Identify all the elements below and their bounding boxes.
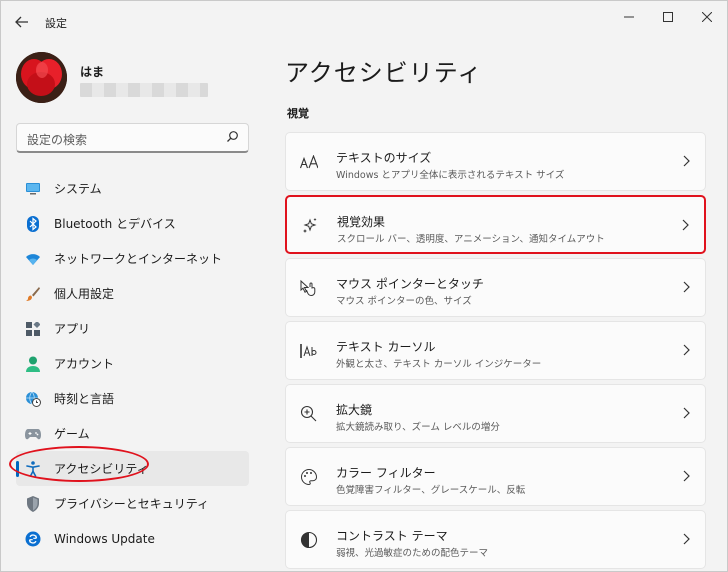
text-cursor-icon [300,342,318,360]
sidebar-item-windows-update[interactable]: Windows Update [16,521,249,556]
sidebar-item-bluetooth[interactable]: Bluetooth とデバイス [16,206,249,241]
close-icon [702,12,712,22]
sidebar-item-accessibility[interactable]: アクセシビリティ [16,451,249,486]
card-title: 視覚効果 [337,215,386,229]
text-size-icon [300,153,318,171]
sidebar-item-label: ネットワークとインターネット [54,252,223,266]
sidebar-item-label: プライバシーとセキュリティ [54,497,210,511]
card-subtitle: 色覚障害フィルター、グレースケール、反転 [336,485,526,496]
shield-icon [25,495,41,512]
card-text-size[interactable]: テキストのサイズ Windows とアプリ全体に表示されるテキスト サイズ [285,132,706,191]
avatar[interactable] [16,52,67,103]
settings-card-list: テキストのサイズ Windows とアプリ全体に表示されるテキスト サイズ 視覚… [285,132,706,572]
sidebar-item-label: Bluetooth とデバイス [54,217,176,231]
minimize-button[interactable] [611,5,647,29]
accessibility-icon [25,460,41,477]
palette-icon [300,468,318,486]
chevron-right-icon [683,281,690,293]
sidebar-item-label: アカウント [54,357,115,371]
monitor-icon [25,181,41,197]
pointer-touch-icon [300,279,318,297]
sidebar-item-time-language[interactable]: 時刻と言語 [16,381,249,416]
chevron-right-icon [683,344,690,356]
user-name: はま [80,65,105,79]
card-title: 拡大鏡 [336,403,373,417]
card-title: カラー フィルター [336,466,436,480]
card-subtitle: Windows とアプリ全体に表示されるテキスト サイズ [336,170,565,181]
card-title: コントラスト テーマ [336,529,448,543]
sidebar-item-gaming[interactable]: ゲーム [16,416,249,451]
title-bar: 設定 [1,1,727,41]
card-subtitle: スクロール バー、透明度、アニメーション、通知タイムアウト [337,234,605,245]
sidebar-item-label: Windows Update [54,531,155,546]
search-placeholder: 設定の検索 [27,133,88,147]
sidebar-item-personalization[interactable]: 個人用設定 [16,276,249,311]
maximize-button[interactable] [650,5,686,29]
sidebar-nav: システム Bluetooth とデバイス ネットワークとインターネット 個人用設… [16,171,249,556]
chevron-right-icon [683,470,690,482]
chevron-right-icon [683,155,690,167]
sidebar-item-label: ゲーム [54,427,90,441]
active-indicator [16,461,19,477]
person-icon [25,356,41,372]
bluetooth-icon [25,215,41,232]
wifi-icon [25,251,41,267]
section-label: 視覚 [287,107,309,120]
gamepad-icon [25,426,41,442]
update-icon [25,531,41,547]
card-subtitle: 拡大鏡読み取り、ズーム レベルの増分 [336,422,500,433]
apps-icon [25,321,41,337]
contrast-icon [300,531,318,549]
card-magnifier[interactable]: 拡大鏡 拡大鏡読み取り、ズーム レベルの増分 [285,384,706,443]
maximize-icon [663,12,673,22]
sidebar-item-label: 個人用設定 [54,287,115,301]
chevron-right-icon [683,407,690,419]
card-color-filters[interactable]: カラー フィルター 色覚障害フィルター、グレースケール、反転 [285,447,706,506]
card-title: マウス ポインターとタッチ [336,277,484,291]
globe-clock-icon [25,391,41,407]
sidebar-item-network[interactable]: ネットワークとインターネット [16,241,249,276]
sidebar-item-label: システム [54,182,102,196]
magnifier-icon [300,405,318,423]
sidebar-item-privacy[interactable]: プライバシーとセキュリティ [16,486,249,521]
user-email-blurred [80,83,208,97]
settings-window: 設定 はま 設定の検索 システム Bluetooth とデバイス ネットワークと… [0,0,728,572]
card-title: テキスト カーソル [336,340,436,354]
sidebar-item-label: アプリ [54,322,91,336]
card-text-cursor[interactable]: テキスト カーソル 外観と太さ、テキスト カーソル インジケーター [285,321,706,380]
flower-avatar-icon [16,52,67,103]
sparkle-icon [301,217,319,235]
chevron-right-icon [682,219,689,231]
card-subtitle: 弱視、光過敏症のための配色テーマ [336,548,489,559]
sidebar-item-apps[interactable]: アプリ [16,311,249,346]
card-title: テキストのサイズ [336,151,432,165]
sidebar-item-label: 時刻と言語 [54,392,115,406]
card-visual-effects[interactable]: 視覚効果 スクロール バー、透明度、アニメーション、通知タイムアウト [285,195,706,254]
brush-icon [25,286,41,302]
page-title: アクセシビリティ [285,59,483,87]
search-icon [227,131,238,142]
close-button[interactable] [689,5,725,29]
arrow-left-icon [15,16,28,28]
sidebar-item-label: アクセシビリティ [54,462,149,476]
search-input[interactable]: 設定の検索 [16,123,249,153]
minimize-icon [624,16,634,18]
back-button[interactable] [11,11,33,33]
card-subtitle: 外観と太さ、テキスト カーソル インジケーター [336,359,542,370]
sidebar-item-accounts[interactable]: アカウント [16,346,249,381]
card-mouse-pointer-touch[interactable]: マウス ポインターとタッチ マウス ポインターの色、サイズ [285,258,706,317]
card-contrast-themes[interactable]: コントラスト テーマ 弱視、光過敏症のための配色テーマ [285,510,706,569]
app-title: 設定 [45,17,67,30]
card-subtitle: マウス ポインターの色、サイズ [336,296,472,307]
sidebar-item-system[interactable]: システム [16,171,249,206]
chevron-right-icon [683,533,690,545]
